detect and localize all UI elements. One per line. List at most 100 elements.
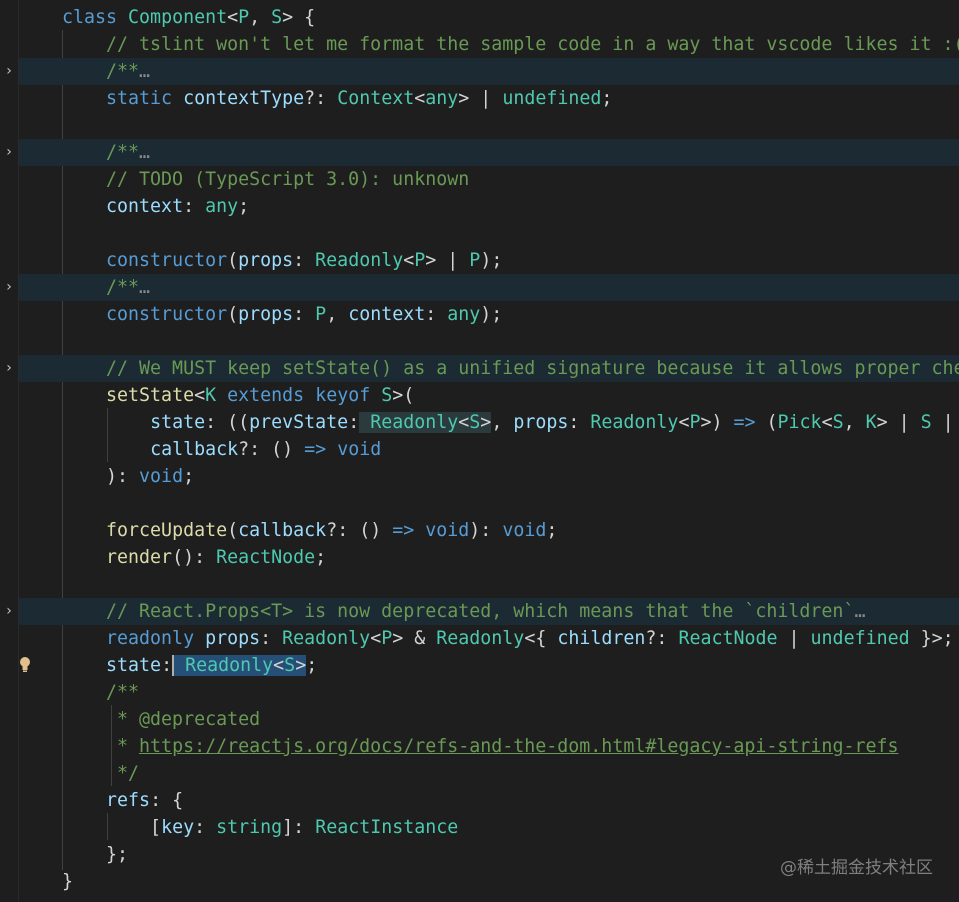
code-text: callback?: () => void <box>62 436 381 463</box>
code-token: : <box>161 655 173 676</box>
code-token: S <box>271 7 283 28</box>
code-line[interactable] <box>19 571 959 598</box>
chevron-right-icon[interactable]: › <box>0 58 18 85</box>
code-token: refs <box>106 790 151 811</box>
code-line[interactable]: › /**… <box>6 274 959 301</box>
lightbulb-icon[interactable] <box>18 655 32 675</box>
code-token: , <box>843 412 866 433</box>
code-token: > | <box>425 250 470 271</box>
code-line[interactable]: setState<K extends keyof S>( <box>19 382 959 409</box>
code-token: readonly <box>62 628 206 649</box>
code-line[interactable] <box>19 328 959 355</box>
code-line[interactable]: › /**… <box>6 139 959 166</box>
code-token: P <box>381 628 393 649</box>
code-token: Readonly <box>185 655 274 676</box>
code-token: : <box>568 412 591 433</box>
code-line[interactable]: [key: string]: ReactInstance <box>19 814 959 841</box>
code-token: : <box>425 304 448 325</box>
code-line[interactable]: */ <box>19 760 959 787</box>
code-line[interactable]: constructor(props: P, context: any); <box>19 301 959 328</box>
code-line[interactable]: static contextType?: Context<any> | unde… <box>19 85 959 112</box>
code-token: any <box>447 304 481 325</box>
code-token <box>172 655 186 676</box>
code-token: /** <box>62 277 140 298</box>
code-line[interactable]: state: Readonly<S>; <box>19 652 959 679</box>
code-token: */ <box>62 763 140 784</box>
chevron-right-icon[interactable]: › <box>0 274 18 301</box>
code-text: }; <box>62 841 128 868</box>
code-token: ( <box>227 304 239 325</box>
code-line[interactable]: state: ((prevState: Readonly<S>, props: … <box>19 409 959 436</box>
code-token: string <box>216 817 283 838</box>
code-text: setState<K extends keyof S>( <box>62 382 414 409</box>
code-token: S <box>920 412 932 433</box>
code-token: | <box>931 412 954 433</box>
code-token: callback <box>150 439 239 460</box>
code-line[interactable]: context: any; <box>19 193 959 220</box>
chevron-right-icon[interactable]: › <box>0 139 18 166</box>
code-token: … <box>139 142 151 163</box>
code-token: ?: <box>304 88 338 109</box>
code-token: , <box>491 412 514 433</box>
code-token: , <box>326 304 349 325</box>
code-token: … <box>139 277 151 298</box>
code-token: class <box>62 7 129 28</box>
code-line[interactable]: // TODO (TypeScript 3.0): unknown <box>19 166 959 193</box>
code-token: keyof <box>315 385 382 406</box>
code-token: setState <box>106 385 195 406</box>
chevron-right-icon[interactable]: › <box>0 598 18 625</box>
code-line[interactable] <box>19 220 959 247</box>
code-line[interactable]: refs: { <box>19 787 959 814</box>
code-line[interactable]: › // React.Props<T> is now deprecated, w… <box>6 598 959 625</box>
code-token: callback <box>238 520 327 541</box>
code-text: // tslint won't let me format the sample… <box>62 31 959 58</box>
code-token: ); <box>480 250 503 271</box>
code-line[interactable]: › // We MUST keep setState() as a unifie… <box>6 355 959 382</box>
code-line[interactable] <box>19 112 959 139</box>
code-token: : { <box>150 790 184 811</box>
code-token: P <box>414 250 426 271</box>
code-token: P <box>689 412 701 433</box>
code-token: ?: () <box>326 520 393 541</box>
code-token: ]: <box>282 817 316 838</box>
code-token: < <box>273 655 285 676</box>
code-token: undefined <box>502 88 602 109</box>
code-line[interactable]: ): void; <box>19 463 959 490</box>
code-line[interactable] <box>19 490 959 517</box>
code-token: < <box>370 628 382 649</box>
code-line[interactable]: forceUpdate(callback?: () => void): void… <box>19 517 959 544</box>
code-token: /** <box>62 682 140 703</box>
code-token: < <box>458 412 470 433</box>
editor-gutter <box>0 0 18 902</box>
code-token: P <box>469 250 481 271</box>
code-line[interactable]: constructor(props: Readonly<P> | P); <box>19 247 959 274</box>
code-text: */ <box>62 760 139 787</box>
code-token: S <box>832 412 844 433</box>
code-text: static contextType?: Context<any> | unde… <box>62 85 612 112</box>
chevron-right-icon[interactable]: › <box>0 355 18 382</box>
code-line[interactable]: readonly props: Readonly<P> & Readonly<{… <box>19 625 959 652</box>
code-line[interactable]: class Component<P, S> { <box>19 4 959 31</box>
code-line[interactable]: // tslint won't let me format the sample… <box>19 31 959 58</box>
code-line[interactable]: /** <box>19 679 959 706</box>
code-line[interactable]: * @deprecated <box>19 706 959 733</box>
code-token: : <box>293 304 316 325</box>
code-token: < <box>678 412 690 433</box>
code-line[interactable]: render(): ReactNode; <box>19 544 959 571</box>
code-line[interactable]: callback?: () => void <box>19 436 959 463</box>
code-line[interactable]: * https://reactjs.org/docs/refs-and-the-… <box>19 733 959 760</box>
code-editor[interactable]: class Component<P, S> { // tslint won't … <box>6 0 959 902</box>
code-token: > | <box>876 412 921 433</box>
code-line[interactable]: › /**… <box>6 58 959 85</box>
code-text: render(): ReactNode; <box>62 544 326 571</box>
code-token: // tslint won't let me format the sample… <box>62 34 959 55</box>
code-token: Readonly <box>436 628 525 649</box>
code-token: ReactNode <box>216 547 316 568</box>
code-text: // TODO (TypeScript 3.0): unknown <box>62 166 469 193</box>
code-token: state <box>106 655 162 676</box>
code-token: : (( <box>205 412 250 433</box>
